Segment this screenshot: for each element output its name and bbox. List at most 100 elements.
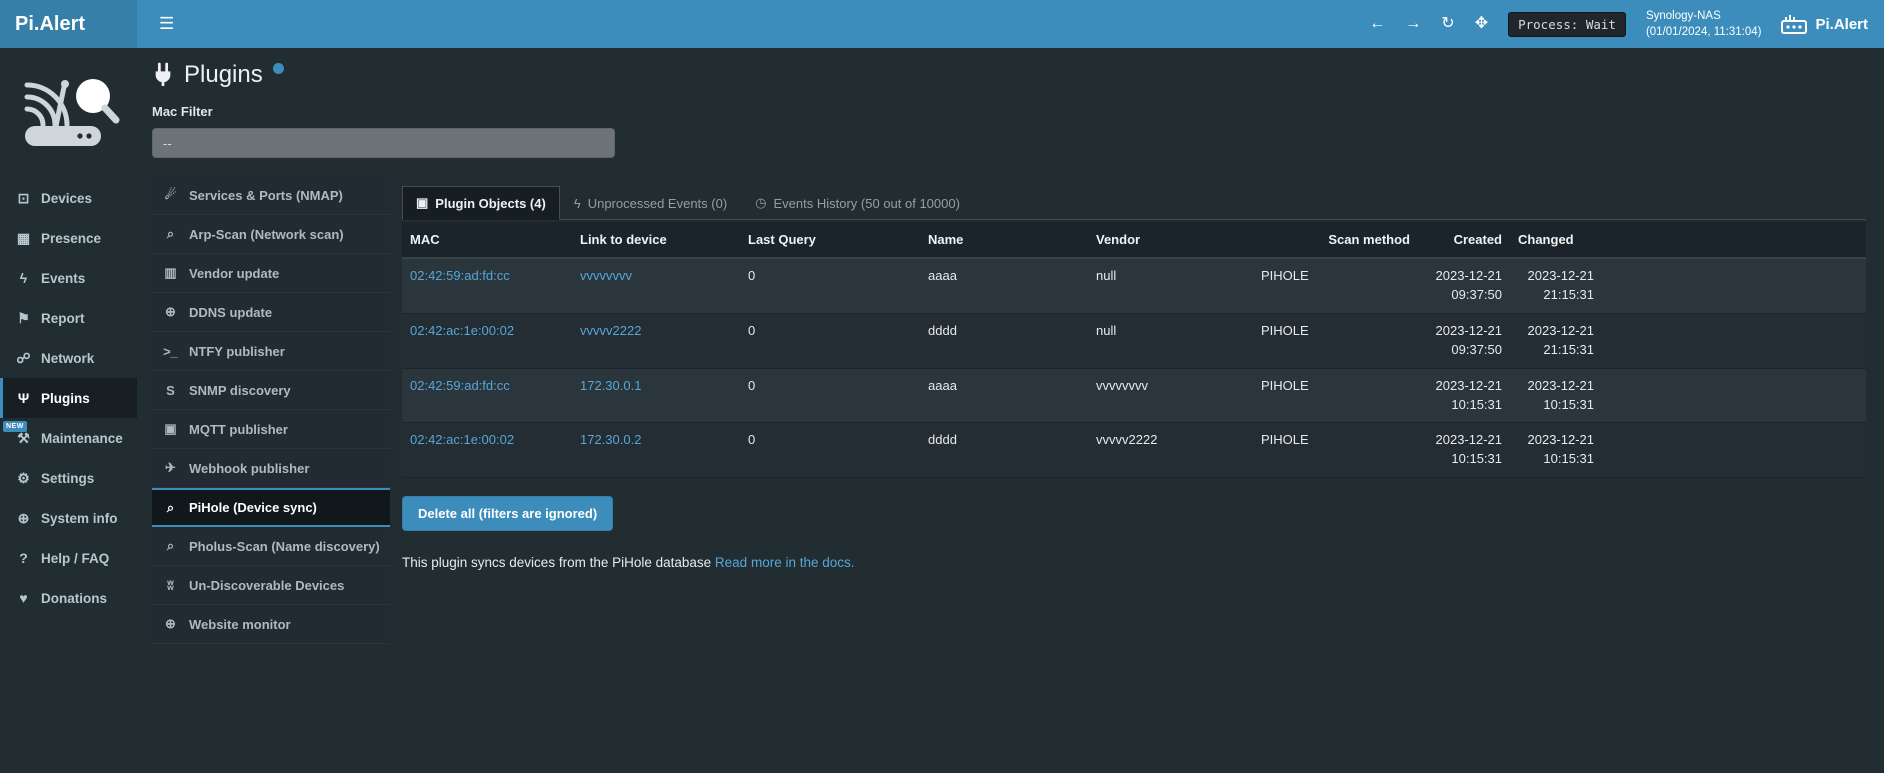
column-header[interactable]: Created xyxy=(1418,222,1510,258)
column-header[interactable]: Changed xyxy=(1510,222,1602,258)
plugin-list-item[interactable]: ✈ Webhook publisher xyxy=(152,449,390,488)
plugin-objects-table: MACLink to deviceLast QueryNameVendorSca… xyxy=(402,222,1866,478)
title-info-badge[interactable] xyxy=(273,63,284,74)
sidebar-item-label: Network xyxy=(41,351,94,366)
plugin-list-item[interactable]: ⊕ Website monitor xyxy=(152,605,390,644)
cell-created: 2023-12-21 10:15:31 xyxy=(1418,368,1510,423)
mac-link[interactable]: 02:42:59:ad:fd:cc xyxy=(410,378,510,393)
new-badge: NEW xyxy=(3,421,27,432)
mac-filter-input[interactable] xyxy=(152,128,615,158)
sidebar-item-icon: ♥ xyxy=(15,590,32,606)
sidebar-item[interactable]: ϟ Events xyxy=(0,258,137,298)
cell-filler xyxy=(1602,258,1866,313)
header-brand-right-label: Pi.Alert xyxy=(1815,16,1868,33)
sidebar-item[interactable]: ? Help / FAQ xyxy=(0,538,137,578)
column-header[interactable]: Link to device xyxy=(572,222,740,258)
plugin-list-item[interactable]: ⊕ DDNS update xyxy=(152,293,390,332)
docs-link[interactable]: Read more in the docs. xyxy=(715,555,855,570)
device-link[interactable]: 172.30.0.1 xyxy=(580,378,641,393)
sidebar-item-label: System info xyxy=(41,511,118,526)
plugin-item-icon: ▥ xyxy=(162,265,179,281)
plugin-item-icon: ✈ xyxy=(162,460,179,476)
plugin-item-label: Arp-Scan (Network scan) xyxy=(189,227,344,242)
plugin-description: This plugin syncs devices from the PiHol… xyxy=(402,555,1866,570)
sidebar-item[interactable]: ⚙ Settings xyxy=(0,458,137,498)
back-arrow-icon[interactable]: ← xyxy=(1369,16,1385,32)
sidebar-item-icon: ϟ xyxy=(15,270,32,286)
column-header[interactable]: Name xyxy=(920,222,1088,258)
move-arrows-icon[interactable]: ✥ xyxy=(1475,16,1488,32)
plugin-list-item[interactable]: ʬ Un-Discoverable Devices xyxy=(152,566,390,605)
plugin-list-item[interactable]: ▥ Vendor update xyxy=(152,254,390,293)
sidebar-item[interactable]: ⊡ Devices xyxy=(0,178,137,218)
tab-label: Unprocessed Events (0) xyxy=(588,196,727,211)
sidebar-item[interactable]: ♥ Donations xyxy=(0,578,137,618)
cell-changed: 2023-12-21 10:15:31 xyxy=(1510,423,1602,478)
delete-all-button[interactable]: Delete all (filters are ignored) xyxy=(402,496,613,531)
page-title: Plugins xyxy=(152,62,1866,88)
cell-name: dddd xyxy=(920,423,1088,478)
plugin-item-label: SNMP discovery xyxy=(189,383,291,398)
cell-device: vvvvvvvv xyxy=(572,258,740,313)
plugin-item-label: Services & Ports (NMAP) xyxy=(189,188,343,203)
sidebar-item-label: Settings xyxy=(41,471,94,486)
tab-label: Events History (50 out of 10000) xyxy=(774,196,960,211)
column-header[interactable]: MAC xyxy=(402,222,572,258)
column-header[interactable] xyxy=(1602,222,1866,258)
cell-device: 172.30.0.1 xyxy=(572,368,740,423)
cell-name: dddd xyxy=(920,314,1088,369)
sidebar-item[interactable]: ☍ Network xyxy=(0,338,137,378)
plugin-item-icon: ⌕ xyxy=(162,226,179,242)
plugin-list-item[interactable]: ▣ MQTT publisher xyxy=(152,410,390,449)
sidebar-item-label: Donations xyxy=(41,591,107,606)
sidebar-item-label: Help / FAQ xyxy=(41,551,109,566)
plugin-list-item[interactable]: ⌕ PiHole (Device sync) xyxy=(152,488,390,527)
tab-icon: ▣ xyxy=(416,195,428,211)
sidebar-item-icon: ⊕ xyxy=(15,510,32,527)
tab[interactable]: ◷ Events History (50 out of 10000) xyxy=(741,186,974,220)
plugin-list-item[interactable]: S SNMP discovery xyxy=(152,371,390,410)
cell-vendor: vvvvv2222 xyxy=(1088,423,1253,478)
router-search-logo xyxy=(0,48,137,178)
cell-scan-method: PIHOLE xyxy=(1253,368,1418,423)
sidebar-item[interactable]: ⊕ System info xyxy=(0,498,137,538)
tab-icon: ◷ xyxy=(755,195,766,211)
plugin-list-item[interactable]: ⌕ Pholus-Scan (Name discovery) xyxy=(152,527,390,566)
plugin-item-icon: S xyxy=(162,383,179,398)
sidebar-item[interactable]: NEW ⚒ Maintenance xyxy=(0,418,137,458)
mac-link[interactable]: 02:42:59:ad:fd:cc xyxy=(410,268,510,283)
tab[interactable]: ϟ Unprocessed Events (0) xyxy=(560,186,741,220)
column-header[interactable]: Last Query xyxy=(740,222,920,258)
cell-vendor: null xyxy=(1088,314,1253,369)
sidebar-item[interactable]: ▦ Presence xyxy=(0,218,137,258)
sidebar-item[interactable]: ⚑ Report xyxy=(0,298,137,338)
plugin-list-item[interactable]: ⌕ Arp-Scan (Network scan) xyxy=(152,215,390,254)
column-header[interactable]: Scan method xyxy=(1253,222,1418,258)
hamburger-menu-icon[interactable]: ☰ xyxy=(153,10,180,38)
device-link[interactable]: vvvvvvvv xyxy=(580,268,632,283)
cell-mac: 02:42:59:ad:fd:cc xyxy=(402,258,572,313)
device-link[interactable]: vvvvv2222 xyxy=(580,323,641,338)
mac-link[interactable]: 02:42:ac:1e:00:02 xyxy=(410,323,514,338)
cell-scan-method: PIHOLE xyxy=(1253,314,1418,369)
brand-logo[interactable]: Pi.Alert xyxy=(0,0,137,48)
plugin-list-item[interactable]: ☄ Services & Ports (NMAP) xyxy=(152,176,390,215)
sidebar-item-icon: ▦ xyxy=(15,230,32,247)
cell-changed: 2023-12-21 21:15:31 xyxy=(1510,314,1602,369)
plugin-item-label: Pholus-Scan (Name discovery) xyxy=(189,539,380,554)
sidebar-item[interactable]: Ψ Plugins xyxy=(0,378,137,418)
device-link[interactable]: 172.30.0.2 xyxy=(580,432,641,447)
top-header: Pi.Alert ☰ ← → ↻ ✥ Process: Wait Synolog… xyxy=(0,0,1884,48)
cell-vendor: vvvvvvvv xyxy=(1088,368,1253,423)
sidebar-item-label: Presence xyxy=(41,231,101,246)
plugin-list-item[interactable]: >_ NTFY publisher xyxy=(152,332,390,371)
refresh-icon[interactable]: ↻ xyxy=(1441,16,1454,32)
cell-last-query: 0 xyxy=(740,258,920,313)
sidebar-item-icon: Ψ xyxy=(15,390,32,406)
cell-device: 172.30.0.2 xyxy=(572,423,740,478)
forward-arrow-icon[interactable]: → xyxy=(1405,16,1421,32)
host-time: (01/01/2024, 11:31:04) xyxy=(1646,24,1762,40)
mac-link[interactable]: 02:42:ac:1e:00:02 xyxy=(410,432,514,447)
tab[interactable]: ▣ Plugin Objects (4) xyxy=(402,186,560,220)
column-header[interactable]: Vendor xyxy=(1088,222,1253,258)
